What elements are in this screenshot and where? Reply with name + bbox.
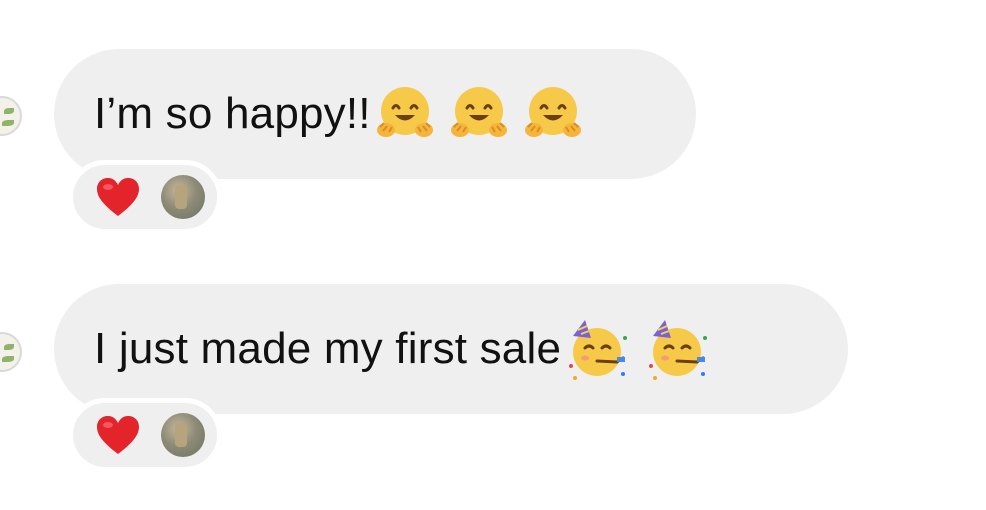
heart-reaction-icon[interactable] bbox=[95, 176, 141, 218]
sender-avatar[interactable] bbox=[0, 332, 22, 372]
reactor-avatar[interactable] bbox=[161, 413, 205, 457]
message-text: I’m so happy!! bbox=[94, 89, 371, 138]
partying-face-emoji-icon bbox=[569, 320, 628, 380]
message-emojis bbox=[375, 84, 597, 144]
hugging-face-emoji-icon bbox=[376, 87, 433, 137]
message-emojis bbox=[565, 316, 725, 382]
reactor-avatar[interactable] bbox=[161, 175, 205, 219]
message-text: I just made my first sale bbox=[94, 324, 562, 373]
message-bubble[interactable]: I just made my first sale bbox=[54, 284, 848, 414]
sender-avatar[interactable] bbox=[0, 96, 22, 136]
hugging-face-emoji-icon bbox=[450, 87, 507, 137]
reaction-pill[interactable] bbox=[68, 160, 222, 234]
heart-reaction-icon[interactable] bbox=[95, 414, 141, 456]
partying-face-emoji-icon bbox=[649, 320, 708, 380]
hugging-face-emoji-icon bbox=[524, 87, 581, 137]
reaction-pill[interactable] bbox=[68, 398, 222, 472]
